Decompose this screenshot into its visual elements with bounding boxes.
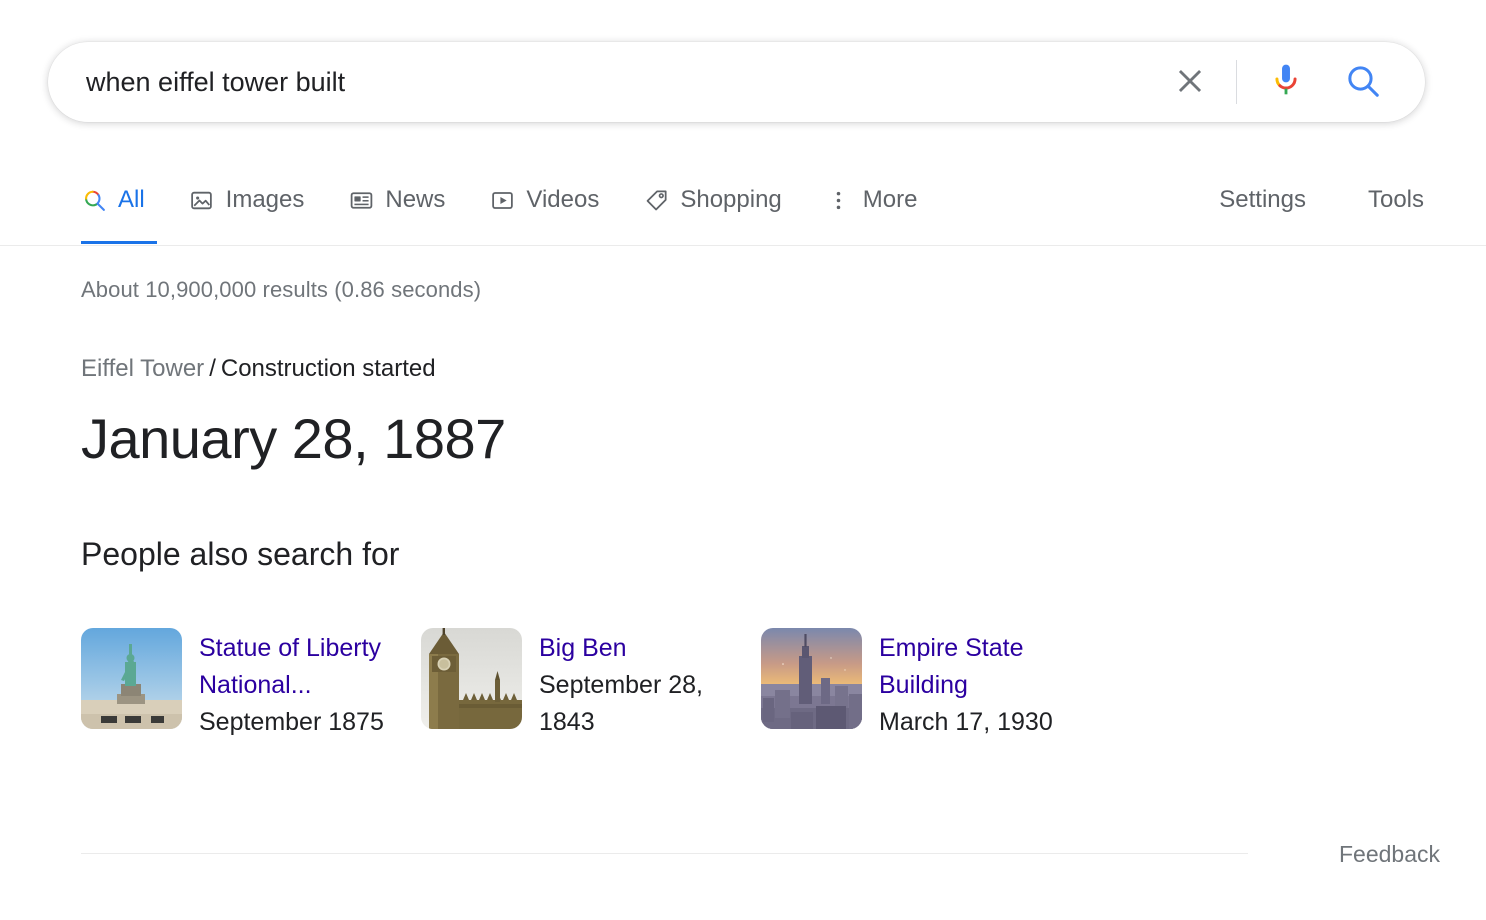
- breadcrumb-separator: /: [209, 355, 216, 382]
- statue-of-liberty-thumbnail[interactable]: [81, 628, 182, 729]
- google-search-icon: [81, 187, 107, 213]
- clear-search-button[interactable]: [1166, 58, 1214, 106]
- list-item-date: September 1875: [199, 708, 384, 736]
- tab-images-label: Images: [225, 186, 305, 213]
- tab-news[interactable]: News: [348, 172, 445, 228]
- empire-state-building-thumbnail[interactable]: [761, 628, 862, 729]
- list-item-date: March 17, 1930: [879, 708, 1053, 736]
- list-item-date: September 28, 1843: [539, 671, 703, 736]
- settings-button[interactable]: Settings: [1219, 186, 1306, 214]
- list-item-text: Big Ben September 28, 1843: [539, 628, 744, 741]
- search-icon: [1344, 62, 1382, 103]
- knowledge-panel-subheading: Eiffel Tower / Construction started: [81, 355, 436, 383]
- people-also-search-for-list: Statue of Liberty National... September …: [81, 628, 1101, 741]
- tools-button[interactable]: Tools: [1368, 186, 1424, 214]
- microphone-icon: [1269, 62, 1303, 103]
- tab-all-label: All: [118, 186, 145, 213]
- attribute-name: Construction started: [220, 355, 436, 382]
- feedback-button[interactable]: Feedback: [1339, 841, 1440, 868]
- price-tag-icon: [643, 187, 669, 213]
- search-bar-actions: [1166, 42, 1425, 122]
- video-play-icon: [489, 187, 515, 213]
- search-tabs: All Images News Videos Shopping More: [81, 172, 961, 228]
- news-icon: [348, 187, 374, 213]
- tab-news-label: News: [385, 186, 446, 213]
- list-item-text: Empire State Building March 17, 1930: [879, 628, 1084, 741]
- more-vertical-icon: [826, 187, 852, 213]
- tab-videos[interactable]: Videos: [489, 172, 599, 228]
- list-item[interactable]: Empire State Building March 17, 1930: [761, 628, 1101, 741]
- voice-search-button[interactable]: [1263, 58, 1309, 106]
- list-item-link[interactable]: Empire State Building: [879, 630, 1084, 704]
- tab-more-label: More: [862, 186, 918, 213]
- big-ben-thumbnail[interactable]: [421, 628, 522, 729]
- search-actions-divider: [1236, 60, 1237, 104]
- footer-divider: [81, 853, 1248, 854]
- close-icon: [1172, 63, 1208, 102]
- list-item[interactable]: Big Ben September 28, 1843: [421, 628, 761, 741]
- list-item-text: Statue of Liberty National... September …: [199, 628, 404, 741]
- entity-name[interactable]: Eiffel Tower: [81, 355, 204, 382]
- people-also-search-for-title: People also search for: [81, 536, 400, 572]
- list-item-link[interactable]: Big Ben: [539, 630, 744, 667]
- tab-more[interactable]: More: [826, 172, 918, 228]
- search-submit-button[interactable]: [1335, 58, 1391, 106]
- list-item[interactable]: Statue of Liberty National... September …: [81, 628, 421, 741]
- tab-shopping[interactable]: Shopping: [643, 172, 782, 228]
- result-stats: About 10,900,000 results (0.86 seconds): [81, 277, 482, 302]
- list-item-link[interactable]: Statue of Liberty National...: [199, 630, 404, 704]
- tab-all[interactable]: All: [81, 172, 145, 228]
- search-input[interactable]: [48, 60, 1166, 104]
- search-tabs-bar: All Images News Videos Shopping More Set…: [0, 172, 1486, 246]
- tab-shopping-label: Shopping: [680, 186, 782, 213]
- image-icon: [189, 187, 215, 213]
- tab-images[interactable]: Images: [189, 172, 305, 228]
- active-tab-underline: [81, 241, 157, 244]
- search-tools-group: Settings Tools: [1219, 172, 1486, 228]
- tab-videos-label: Videos: [526, 186, 600, 213]
- answer-text: January 28, 1887: [81, 407, 506, 470]
- search-bar[interactable]: [48, 42, 1425, 122]
